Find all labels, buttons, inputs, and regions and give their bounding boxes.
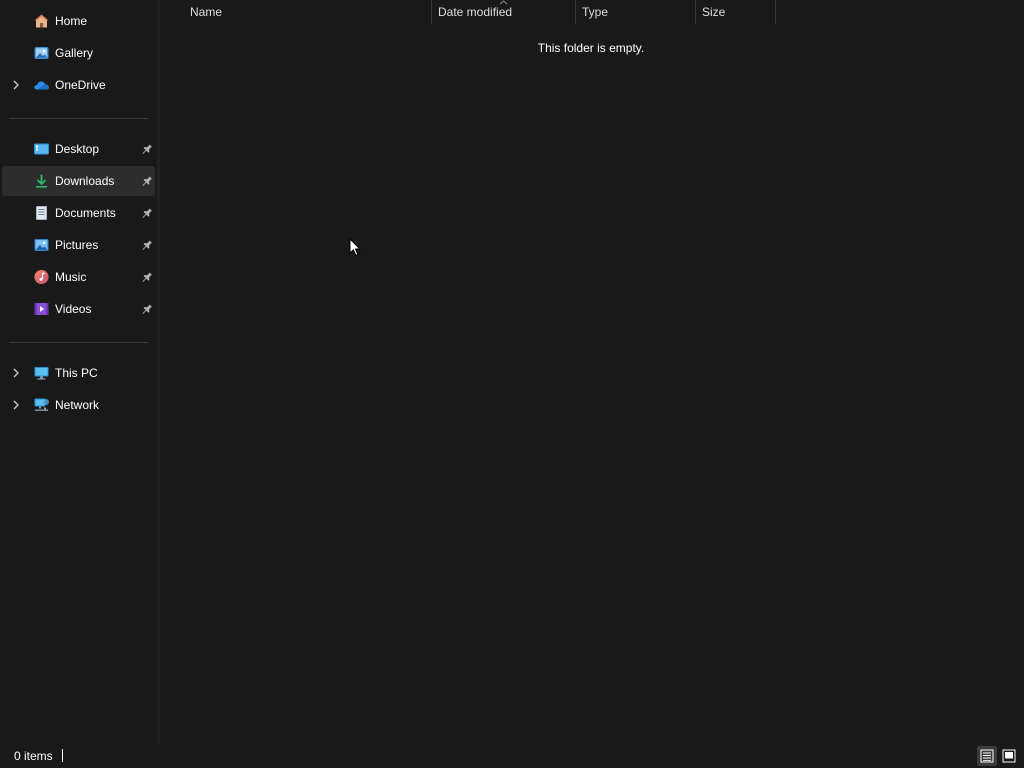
gallery-icon (33, 45, 50, 61)
column-header-type[interactable]: Type (582, 0, 692, 24)
sidebar-item-videos[interactable]: Videos (2, 294, 155, 324)
large-icons-view-icon (1002, 749, 1016, 763)
videos-folder-icon (33, 301, 50, 317)
downloads-folder-icon (33, 173, 50, 189)
sidebar-item-downloads[interactable]: Downloads (2, 166, 155, 196)
column-header-label: Type (582, 5, 609, 19)
sidebar-item-this-pc[interactable]: This PC (2, 358, 155, 388)
sidebar-item-desktop[interactable]: Desktop (2, 134, 155, 164)
details-view-icon (980, 749, 994, 763)
sidebar-item-label: Pictures (55, 238, 99, 252)
column-header-size[interactable]: Size (702, 0, 772, 24)
pictures-folder-icon (33, 237, 50, 253)
sidebar-item-label: Downloads (55, 174, 115, 188)
network-icon (33, 397, 50, 413)
sidebar-item-home[interactable]: Home (2, 6, 155, 36)
column-header-label: Size (702, 5, 726, 19)
sidebar-item-label: Gallery (55, 46, 94, 60)
sort-indicator-icon (499, 0, 508, 5)
status-bar: 0 items (0, 744, 1024, 768)
details-view-button[interactable] (977, 746, 997, 766)
sidebar-item-label: Desktop (55, 142, 100, 156)
large-icons-view-button[interactable] (999, 746, 1019, 766)
sidebar-item-label: Music (55, 270, 87, 284)
navigation-pane: Home Gallery OneDrive Desktop Downloads … (0, 0, 158, 744)
sidebar-item-label: Videos (55, 302, 92, 316)
sidebar-item-music[interactable]: Music (2, 262, 155, 292)
pin-icon[interactable] (141, 238, 153, 251)
expand-chevron-icon[interactable] (10, 78, 22, 92)
pin-icon[interactable] (141, 206, 153, 219)
sidebar-item-pictures[interactable]: Pictures (2, 230, 155, 260)
music-folder-icon (33, 269, 50, 285)
column-separator[interactable] (431, 0, 432, 24)
sidebar-item-network[interactable]: Network (2, 390, 155, 420)
desktop-folder-icon (33, 141, 50, 157)
column-separator[interactable] (575, 0, 576, 24)
file-explorer-window: Home Gallery OneDrive Desktop Downloads … (0, 0, 1024, 768)
item-count: 0 items (14, 749, 53, 763)
sidebar-divider (9, 342, 148, 343)
sidebar-item-label: Documents (55, 206, 116, 220)
sidebar-divider (9, 118, 148, 119)
mouse-cursor-icon (349, 238, 361, 257)
column-header-label: Name (190, 5, 223, 19)
sidebar-item-label: OneDrive (55, 78, 106, 92)
sidebar-item-onedrive[interactable]: OneDrive (2, 70, 155, 100)
pin-icon[interactable] (141, 302, 153, 315)
sidebar-item-label: This PC (55, 366, 98, 380)
column-header-name[interactable]: Name (190, 0, 430, 24)
sidebar-item-documents[interactable]: Documents (2, 198, 155, 228)
sidebar-item-label: Network (55, 398, 100, 412)
status-separator (62, 749, 63, 762)
onedrive-icon (33, 77, 50, 93)
empty-folder-message: This folder is empty. (537, 41, 645, 55)
expand-chevron-icon[interactable] (10, 398, 22, 412)
documents-folder-icon (33, 205, 50, 221)
pin-icon[interactable] (141, 174, 153, 187)
column-separator[interactable] (695, 0, 696, 24)
pin-icon[interactable] (141, 142, 153, 155)
column-header-label: Date modified (438, 5, 513, 19)
file-list-pane[interactable]: Name Date modified Type Size This folder… (160, 0, 1024, 744)
this-pc-icon (33, 365, 50, 381)
column-separator[interactable] (775, 0, 776, 24)
home-icon (33, 13, 50, 29)
expand-chevron-icon[interactable] (10, 366, 22, 380)
sidebar-item-label: Home (55, 14, 88, 28)
pin-icon[interactable] (141, 270, 153, 283)
sidebar-item-gallery[interactable]: Gallery (2, 38, 155, 68)
